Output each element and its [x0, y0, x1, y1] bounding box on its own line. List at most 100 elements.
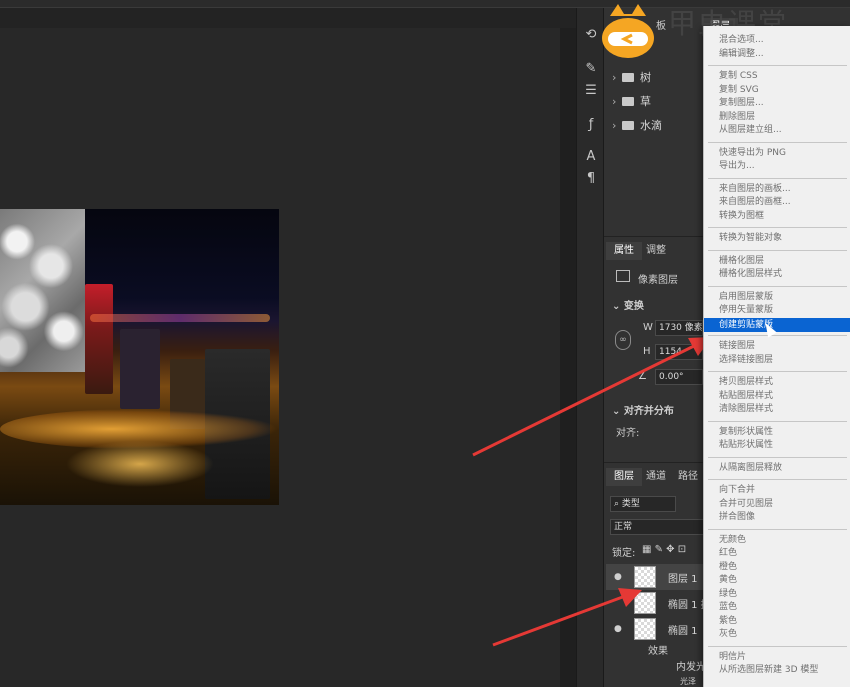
lock-icons[interactable]: ▦ ✎ ✥ ⊡	[642, 544, 686, 555]
menu-item[interactable]: 橙色	[704, 561, 850, 574]
menu-item[interactable]: 灰色	[704, 628, 850, 641]
align-title-text: 对齐并分布	[623, 406, 674, 417]
chevron-right-icon: ›	[612, 71, 617, 84]
folder-label: 水滴	[640, 119, 662, 132]
menu-item[interactable]: 栅格化图层	[704, 255, 850, 268]
menu-item[interactable]: 编辑调整...	[704, 48, 850, 61]
menu-separator	[708, 65, 847, 66]
menu-item[interactable]: 从图层建立组...	[704, 124, 850, 137]
menu-item[interactable]: 拷贝图层样式	[704, 376, 850, 389]
menu-item[interactable]: 混合选项...	[704, 34, 850, 47]
menu-item[interactable]: 来自图层的画框...	[704, 196, 850, 209]
menu-item[interactable]: 删除图层	[704, 111, 850, 124]
menu-item[interactable]: 复制 SVG	[704, 84, 850, 97]
layer-row[interactable]: ● 椭圆 1	[606, 616, 704, 642]
chevron-down-icon: ⌄	[612, 301, 624, 312]
brush-icon[interactable]: ✎	[582, 60, 600, 78]
menu-item[interactable]: 绿色	[704, 588, 850, 601]
tab-properties[interactable]: 属性	[606, 242, 642, 260]
menu-separator	[708, 249, 847, 251]
layer-filter-select[interactable]: ⌕ 类型	[610, 496, 676, 512]
menu-item[interactable]: 来自图层的画板...	[704, 183, 850, 196]
folder-icon	[622, 73, 634, 82]
menu-item[interactable]: 从隔离图层释放	[704, 462, 850, 475]
divider	[604, 462, 704, 463]
layer-filter-value: 类型	[621, 499, 640, 509]
menu-separator	[708, 177, 847, 179]
layer-row[interactable]: ● 图层 1	[606, 564, 704, 590]
angle-icon: ∠	[638, 371, 647, 382]
tab-adjustments[interactable]: 调整	[638, 242, 674, 260]
layer-name: 椭圆 1	[668, 626, 698, 637]
layer-row[interactable]: 椭圆 1 拷	[606, 590, 711, 616]
menu-item[interactable]: 向下合并	[704, 484, 850, 497]
menu-item[interactable]: 拼合图像	[704, 511, 850, 524]
menu-item[interactable]: 清除图层样式	[704, 403, 850, 416]
folder-label: 草	[640, 95, 651, 108]
angle-field[interactable]: 0.00°	[655, 369, 703, 385]
layer-thumbnail	[634, 566, 656, 588]
folder-row-drops[interactable]: › 水滴	[612, 116, 704, 136]
menu-item[interactable]: 创建剪贴蒙版	[704, 317, 850, 332]
menu-item[interactable]: 明信片	[704, 651, 850, 664]
layer-thumbnail	[634, 592, 656, 614]
menu-item[interactable]: 复制 CSS	[704, 70, 850, 83]
paragraph-icon[interactable]: ¶	[582, 170, 600, 188]
inner-glow-label[interactable]: 内发光	[676, 658, 706, 673]
fx-icon[interactable]: ƒ	[582, 116, 600, 134]
menu-item[interactable]: 转换为智能对象	[704, 232, 850, 245]
tab-paths[interactable]: 路径	[670, 468, 706, 486]
height-field[interactable]: 1154	[655, 344, 703, 360]
blend-mode-select[interactable]: 正常	[610, 519, 704, 535]
layer-thumbnail	[634, 618, 656, 640]
menu-separator	[708, 227, 847, 228]
menu-separator	[708, 528, 847, 530]
menu-item[interactable]: 停用矢量蒙版	[704, 304, 850, 317]
height-label: H	[643, 346, 651, 357]
menu-item[interactable]: 链接图层	[704, 340, 850, 353]
menu-item[interactable]: 转换为图框	[704, 210, 850, 223]
menu-item[interactable]: 黄色	[704, 574, 850, 587]
eye-icon[interactable]: ●	[614, 624, 622, 634]
menu-item[interactable]: 导出为...	[704, 160, 850, 173]
width-label: W	[643, 322, 653, 333]
menu-item[interactable]: 无颜色	[704, 534, 850, 547]
menu-item[interactable]: 复制图层...	[704, 97, 850, 110]
align-label: 对齐:	[616, 428, 640, 439]
layer-name: 图层 1	[668, 574, 698, 585]
menu-separator	[708, 645, 847, 647]
folder-row-grass[interactable]: › 草	[612, 92, 704, 112]
link-icon[interactable]: ∞	[615, 330, 631, 350]
clouds-texture-layer	[0, 209, 85, 372]
folder-icon	[622, 121, 634, 130]
menu-item[interactable]: 启用图层蒙版	[704, 291, 850, 304]
menu-item[interactable]: 粘贴图层样式	[704, 390, 850, 403]
menu-item[interactable]: 快速导出为 PNG	[704, 147, 850, 160]
character-icon[interactable]: A	[582, 148, 600, 166]
context-menu: 混合选项... 编辑调整... 复制 CSS 复制 SVG 复制图层... 删除图层 从图层…	[703, 26, 850, 687]
transform-title-text: 变换	[623, 301, 644, 312]
menu-item[interactable]: 粘贴形状属性	[704, 439, 850, 452]
menu-item[interactable]: 从所选图层新建 3D 模型	[704, 664, 850, 677]
menu-item[interactable]: 栅格化图层样式	[704, 268, 850, 281]
menu-item[interactable]: 红色	[704, 547, 850, 560]
menu-item[interactable]: 合并可见图层	[704, 498, 850, 511]
folder-row-tree[interactable]: › 树	[612, 68, 704, 88]
menu-separator	[708, 456, 847, 458]
align-title: ⌄ 对齐并分布	[612, 402, 674, 417]
menu-separator	[708, 420, 847, 422]
menu-item[interactable]: 选择链接图层	[704, 354, 850, 367]
menu-item[interactable]: 紫色	[704, 615, 850, 628]
menu-item[interactable]: 蓝色	[704, 601, 850, 614]
tool-icon-strip: ⟲ ✎ ☰ ƒ A ¶	[576, 8, 604, 687]
adjustments-icon[interactable]: ☰	[582, 82, 600, 100]
effects-label[interactable]: 效果	[648, 642, 668, 657]
width-field[interactable]: 1730 像素	[655, 320, 703, 336]
tab-channels[interactable]: 通道	[638, 468, 674, 486]
menu-item[interactable]: 复制形状属性	[704, 426, 850, 439]
layer-kind-label: 像素图层	[638, 275, 678, 286]
tab-layers[interactable]: 图层	[606, 468, 642, 486]
beetle-mascot-logo	[602, 4, 654, 58]
chevron-right-icon: ›	[612, 119, 617, 132]
eye-icon[interactable]: ●	[614, 572, 622, 582]
